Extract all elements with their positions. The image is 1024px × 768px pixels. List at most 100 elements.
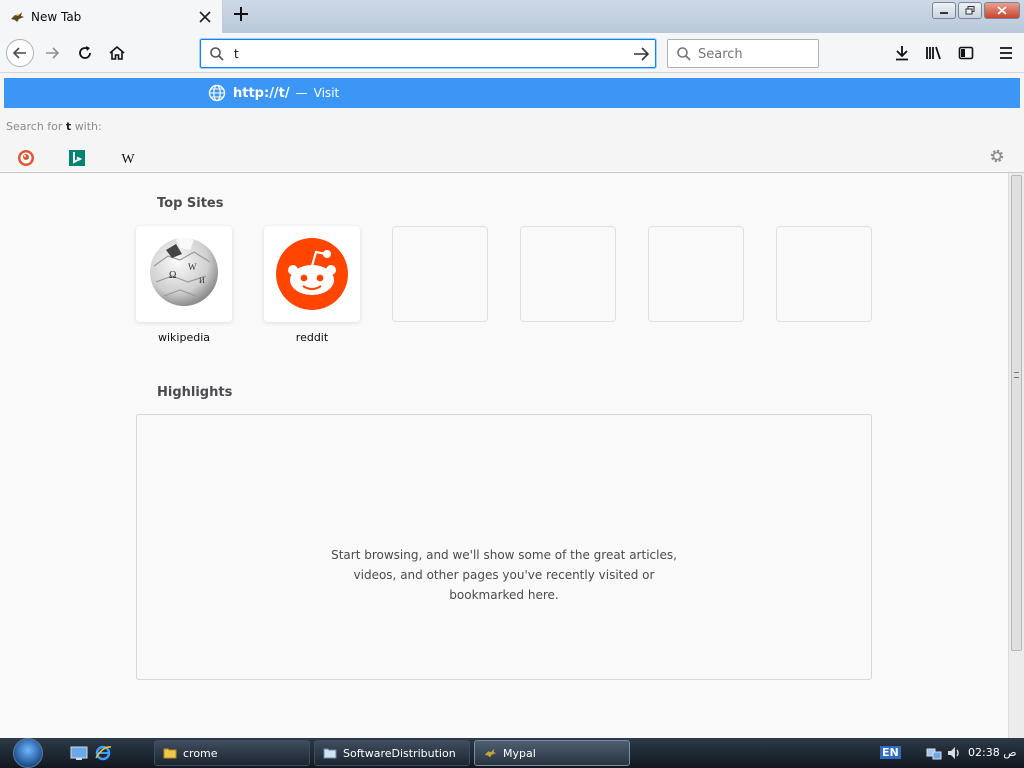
search-icon [210,47,224,61]
scrollbar-thumb[interactable] [1011,175,1022,651]
language-indicator[interactable]: EN [880,746,901,759]
tab-new-tab[interactable]: New Tab [0,0,223,33]
restore-icon [965,6,975,15]
search-bar[interactable]: Search [667,39,819,68]
speaker-icon [948,747,959,759]
top-site-label: reddit [295,331,329,344]
desktop-icon [70,746,88,760]
tab-title: New Tab [31,9,82,24]
forward-button[interactable] [38,39,66,67]
suggestion-action: Visit [313,86,340,100]
system-clock[interactable]: 02:38 ص [968,746,1017,759]
svg-text:Ω: Ω [169,270,176,281]
top-sites-heading: Top Sites [157,196,224,211]
highlights-message-line: Start browsing, and we'll show some of t… [331,548,677,562]
library-icon [926,46,941,60]
search-with-suffix: with: [74,120,102,133]
scrollbar-grip [1014,372,1019,378]
duckduckgo-engine-button[interactable] [15,147,37,169]
one-off-search-engines: W [0,143,1024,171]
network-tray-icon[interactable] [926,745,942,761]
new-tab-button[interactable] [229,5,253,29]
search-settings-button[interactable] [988,147,1008,167]
minimize-button[interactable] [932,2,956,19]
globe-icon [208,84,226,102]
gear-icon [990,149,1004,163]
search-with-term: t [65,120,72,133]
highlights-heading: Highlights [157,385,233,400]
sidebar-button[interactable] [952,39,980,67]
arrow-left-icon [12,47,26,59]
bing-icon [69,150,85,166]
top-site-tile-empty [520,226,616,322]
network-icon [926,748,942,760]
menu-button[interactable] [992,39,1020,67]
url-bar[interactable]: t [200,39,656,68]
taskbar-item-label: crome [183,746,218,760]
internet-explorer-icon [95,745,112,761]
close-window-button[interactable] [984,2,1020,19]
navigation-toolbar: t Search [0,33,1024,73]
svg-text:И: И [199,276,205,285]
top-site-tile-wikipedia[interactable]: Ω W И [136,226,232,322]
reload-icon [79,46,91,59]
svg-text:W: W [188,262,197,272]
wikipedia-globe-icon: Ω W И [150,237,218,306]
taskbar-item-label: Mypal [503,746,536,760]
folder-icon [163,748,177,759]
close-tab-icon[interactable] [194,6,216,28]
taskbar-item-crome[interactable]: crome [154,740,310,766]
arrow-right-icon [46,47,60,59]
duckduckgo-icon [18,150,34,166]
taskbar-item-label: SoftwareDistribution [343,746,456,760]
mypal-bird-icon [11,11,24,22]
taskbar-item-softwaredistribution[interactable]: SoftwareDistribution [314,740,470,766]
windows-taskbar: crome SoftwareDistribution Mypal EN 02:3… [0,738,1024,768]
volume-tray-icon[interactable] [946,745,962,761]
restore-button[interactable] [958,2,982,19]
autocomplete-popup: http://t/ — Visit Search for t with: W [0,73,1024,173]
search-icon [677,47,691,61]
top-site-label: wikipedia [157,331,210,344]
hamburger-menu-icon [1000,47,1012,59]
taskbar-item-mypal[interactable]: Mypal [474,740,630,766]
svg-text:W: W [121,152,135,167]
wikipedia-engine-button[interactable]: W [117,147,139,169]
top-site-tile-reddit[interactable] [264,226,360,322]
top-site-tile-empty [392,226,488,322]
plus-icon [234,7,248,21]
downloads-button[interactable] [888,39,916,67]
folder-icon [323,748,337,759]
home-button[interactable] [103,39,131,67]
tab-strip: New Tab [0,0,1024,33]
highlights-empty-state: Start browsing, and we'll show some of t… [136,414,872,680]
home-icon [109,45,125,60]
go-arrow-icon[interactable] [632,45,650,63]
show-desktop-button[interactable] [70,744,88,762]
search-with-prefix: Search for [6,120,63,133]
reddit-alien-icon [276,238,348,310]
back-button[interactable] [6,39,34,67]
reload-button[interactable] [71,39,99,67]
search-input[interactable]: Search [698,47,743,62]
library-button[interactable] [920,39,948,67]
highlights-message-line: bookmarked here. [449,588,559,602]
window-controls [932,2,1020,19]
mypal-bird-icon [484,748,497,758]
top-site-tile-empty [776,226,872,322]
url-input[interactable]: t [234,47,239,61]
bing-engine-button[interactable] [66,147,88,169]
download-icon [896,46,908,61]
suggestion-separator: — [295,86,308,100]
minimize-icon [940,11,948,14]
search-with-label: Search for t with: [6,120,102,133]
start-button[interactable] [10,738,46,768]
vertical-scrollbar[interactable] [1008,173,1024,738]
autocomplete-suggestion[interactable]: http://t/ — Visit [4,78,1020,108]
sidebar-icon [958,46,974,60]
highlights-message-line: videos, and other pages you've recently … [353,568,655,582]
internet-explorer-button[interactable] [94,744,112,762]
highlights-message: Start browsing, and we'll show some of t… [137,545,871,605]
suggestion-url: http://t/ [233,85,290,101]
close-icon [997,6,1007,15]
